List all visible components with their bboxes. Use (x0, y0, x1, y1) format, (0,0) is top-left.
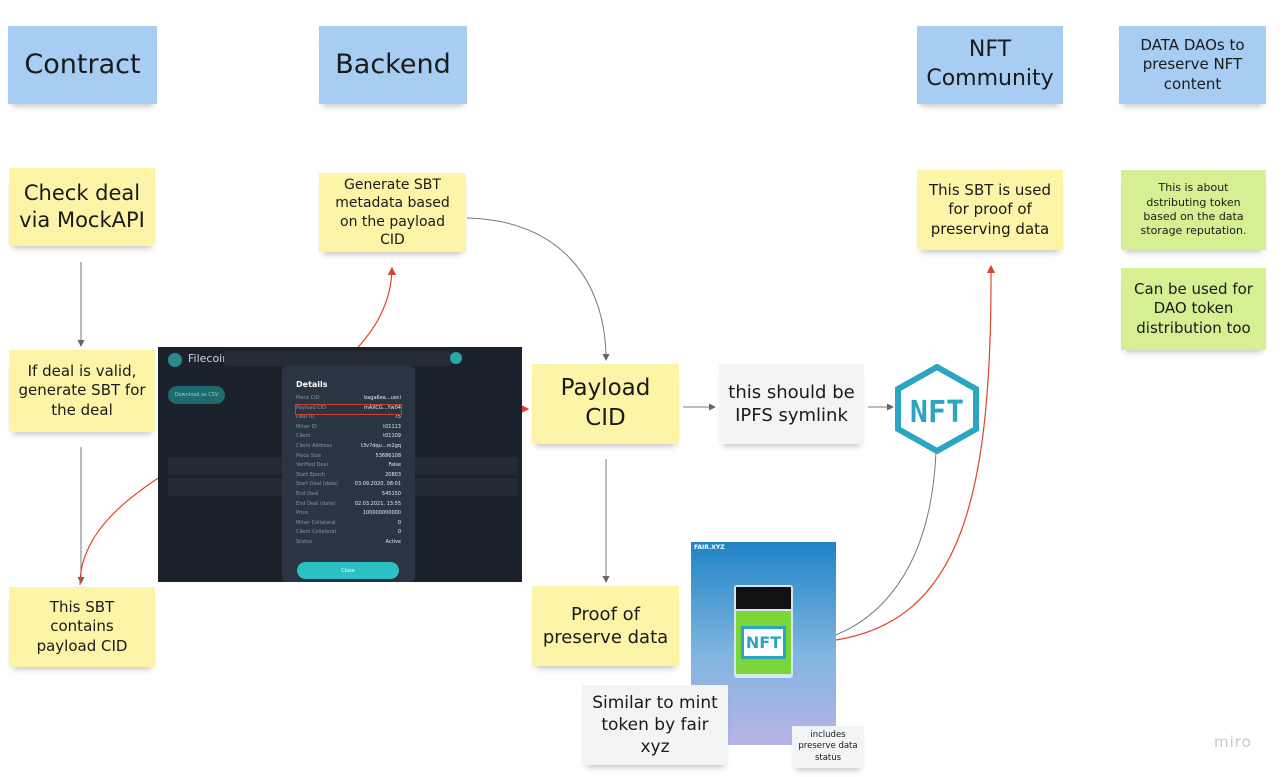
detail-label: End Deal (date) (296, 500, 336, 507)
detail-value: 0 (397, 529, 401, 536)
detail-value: t01113 (383, 423, 401, 430)
detail-row: Start Epoch 20803 (296, 472, 401, 482)
note-sbt-contains: This SBT contains payload CID (9, 587, 155, 667)
detail-value: 545150 (381, 490, 401, 497)
detail-row: Verified Deal False (296, 462, 401, 472)
detail-value: 03.09.2020, 08:01 (354, 481, 401, 488)
detail-label: Price (296, 510, 309, 517)
detail-label: Start Epoch (296, 471, 326, 478)
details-title: Details (296, 380, 328, 389)
details-modal: Details Piece CID baga6ea...uoci Payload C… (282, 366, 415, 582)
column-header-contract: Contract (8, 26, 157, 104)
detail-row: End Deal (date) 02.03.2021, 13:55 (296, 501, 401, 511)
detail-value: 20803 (385, 471, 401, 478)
detail-row: Piece Size 53686108 (296, 453, 401, 463)
note-similar-mint: Similar to mint token by fair xyz (582, 685, 728, 765)
detail-value: baga6ea...uoci (364, 395, 401, 401)
filecoin-deal-screenshot: Filecoin Download as CSV Details Piece C… (158, 347, 522, 582)
note-dao-token: Can be used for DAO token distribution t… (1121, 268, 1266, 350)
note-distributing: This is about dstributing token based on… (1121, 170, 1266, 250)
column-header-backend: Backend (319, 26, 467, 104)
detail-row: Client Collateral 0 (296, 529, 401, 539)
download-label: Download as CSV (174, 392, 219, 398)
detail-value: 75 (394, 414, 401, 421)
detail-label: Piece CID (296, 395, 320, 401)
detail-label: End Deal (296, 490, 319, 497)
detail-row: End Deal 545150 (296, 491, 401, 501)
detail-row: Client t01109 (296, 433, 401, 443)
detail-row: Deal ID 75 (296, 414, 401, 424)
download-csv-button: Download as CSV (168, 386, 225, 404)
search-input (224, 351, 452, 366)
detail-label: Status (296, 538, 312, 545)
close-button: Close (297, 562, 399, 579)
detail-row: Start Deal (date) 03.09.2020, 08:01 (296, 481, 401, 491)
detail-label: Payload CID (296, 404, 326, 411)
note-payload-cid: Payload CID (532, 364, 679, 444)
detail-value: t3v7dqu...m2gq (361, 442, 401, 449)
detail-value: 02.03.2021, 13:55 (354, 500, 401, 507)
detail-value: t01109 (383, 433, 401, 440)
note-deal-valid: If deal is valid, generate SBT for the d… (9, 350, 155, 432)
detail-row: Piece CID baga6ea...uoci (296, 395, 401, 405)
note-proof-preserve: Proof of preserve data (532, 586, 679, 666)
detail-value: mAXCG...Yw04 (364, 404, 401, 411)
detail-row: Client Address t3v7dqu...m2gq (296, 443, 401, 453)
link-generate-to-payload (466, 217, 610, 361)
detail-label: Miner ID (296, 423, 317, 430)
detail-label: Start Deal (date) (296, 481, 338, 488)
detail-value: 0 (397, 519, 401, 526)
search-icon (450, 352, 462, 364)
detail-label: Client (296, 433, 311, 440)
note-ipfs-symlink: this should be IPFS symlink (719, 364, 864, 444)
nft-card-logo: NFT (740, 626, 787, 659)
column-header-data-daos: DATA DAOs to preserve NFT content (1119, 26, 1266, 104)
detail-row: Payload CID mAXCG...Yw04 (295, 403, 402, 416)
note-check-deal: Check deal via MockAPI (9, 168, 155, 246)
note-sbt-used: This SBT is used for proof of preserving… (917, 170, 1063, 250)
detail-label: Piece Size (296, 452, 322, 459)
detail-row: Miner Collateral 0 (296, 520, 401, 530)
nft-card: NFT (734, 585, 793, 678)
detail-row: Price 100000000000 (296, 510, 401, 520)
detail-label: Verified Deal (296, 462, 328, 469)
detail-value: Active (385, 538, 401, 545)
nft-logo-text: NFT (910, 395, 964, 430)
detail-value: False (388, 462, 401, 469)
link-nft-to-fair (819, 451, 937, 641)
fair-xyz-title: FAIR.XYZ (694, 544, 725, 551)
note-includes-status: includes preserve data status (792, 726, 864, 768)
detail-row: Miner ID t01113 (296, 424, 401, 434)
detail-label: Miner Collateral (296, 519, 336, 526)
column-header-nft-community: NFT Community (917, 26, 1063, 104)
filecoin-logo-icon (168, 353, 182, 367)
detail-row: Status Active (296, 539, 401, 549)
note-generate-sbt: Generate SBT metadata based on the paylo… (319, 173, 466, 252)
detail-label: Client Address (296, 442, 332, 449)
miro-logo: miro (1214, 733, 1252, 751)
detail-value: 53686108 (375, 452, 401, 459)
detail-value: 100000000000 (362, 510, 401, 517)
nft-logo-icon: NFT (895, 364, 979, 454)
detail-label: Deal ID (296, 414, 315, 421)
detail-label: Client Collateral (296, 529, 337, 536)
